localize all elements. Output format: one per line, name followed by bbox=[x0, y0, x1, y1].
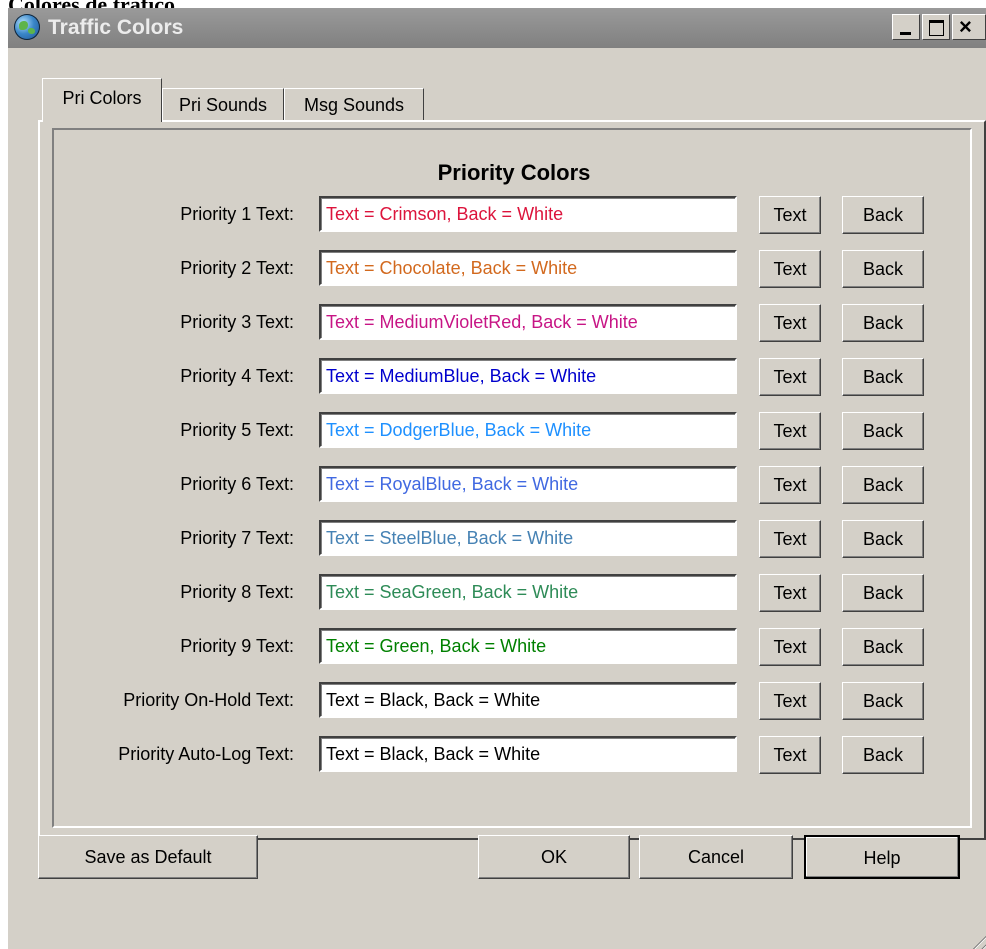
priority-label: Priority 5 Text: bbox=[180, 420, 294, 440]
priority-row: Priority 8 Text: Text = SeaGreen, Back = … bbox=[54, 574, 974, 614]
priority-color-field[interactable]: Text = Chocolate, Back = White bbox=[319, 250, 737, 286]
minimize-icon bbox=[900, 32, 911, 35]
text-color-button[interactable]: Text bbox=[759, 196, 821, 234]
traffic-colors-dialog: Traffic Colors × Pri Colors Pri Sounds M… bbox=[8, 8, 986, 949]
priority-color-field[interactable]: Text = SeaGreen, Back = White bbox=[319, 574, 737, 610]
priority-row: Priority 2 Text: Text = Chocolate, Back =… bbox=[54, 250, 974, 290]
text-color-button[interactable]: Text bbox=[759, 412, 821, 450]
title-bar[interactable]: Traffic Colors × bbox=[8, 8, 986, 48]
back-color-button[interactable]: Back bbox=[842, 682, 924, 720]
priority-color-field[interactable]: Text = Black, Back = White bbox=[319, 736, 737, 772]
minimize-button[interactable] bbox=[892, 14, 920, 40]
text-color-button[interactable]: Text bbox=[759, 628, 821, 666]
cancel-button[interactable]: Cancel bbox=[639, 835, 793, 879]
priority-row: Priority 9 Text: Text = Green, Back = Whi… bbox=[54, 628, 974, 668]
close-icon: × bbox=[959, 14, 972, 39]
priority-row: Priority 7 Text: Text = SteelBlue, Back =… bbox=[54, 520, 974, 560]
priority-label: Priority On-Hold Text: bbox=[123, 690, 294, 710]
tab-msg-sounds[interactable]: Msg Sounds bbox=[284, 88, 424, 120]
back-color-button[interactable]: Back bbox=[842, 520, 924, 558]
tab-panel-pri-colors: Priority Colors Priority 1 Text: Text = C… bbox=[38, 120, 986, 840]
back-color-button[interactable]: Back bbox=[842, 628, 924, 666]
back-color-button[interactable]: Back bbox=[842, 412, 924, 450]
priority-label: Priority 3 Text: bbox=[180, 312, 294, 332]
priority-color-field[interactable]: Text = MediumBlue, Back = White bbox=[319, 358, 737, 394]
back-color-button[interactable]: Back bbox=[842, 304, 924, 342]
help-button[interactable]: Help bbox=[804, 835, 960, 879]
priority-row: Priority 6 Text: Text = RoyalBlue, Back =… bbox=[54, 466, 974, 506]
priority-row: Priority 5 Text: Text = DodgerBlue, Back … bbox=[54, 412, 974, 452]
maximize-button[interactable] bbox=[922, 14, 950, 40]
priority-row: Priority 3 Text: Text = MediumVioletRed, … bbox=[54, 304, 974, 344]
panel-title: Priority Colors bbox=[437, 160, 591, 185]
back-color-button[interactable]: Back bbox=[842, 574, 924, 612]
save-as-default-button[interactable]: Save as Default bbox=[38, 835, 258, 879]
priority-row: Priority Auto-Log Text: Text = Black, Bac… bbox=[54, 736, 974, 776]
tab-pri-colors[interactable]: Pri Colors bbox=[42, 78, 162, 122]
back-color-button[interactable]: Back bbox=[842, 466, 924, 504]
back-color-button[interactable]: Back bbox=[842, 736, 924, 774]
priority-color-field[interactable]: Text = RoyalBlue, Back = White bbox=[319, 466, 737, 502]
maximize-icon bbox=[929, 20, 944, 36]
priority-label: Priority 7 Text: bbox=[180, 528, 294, 548]
priority-row: Priority 1 Text: Text = Crimson, Back = W… bbox=[54, 196, 974, 236]
priority-label: Priority 2 Text: bbox=[180, 258, 294, 278]
ok-button[interactable]: OK bbox=[478, 835, 630, 879]
globe-icon[interactable] bbox=[14, 14, 40, 40]
text-color-button[interactable]: Text bbox=[759, 574, 821, 612]
text-color-button[interactable]: Text bbox=[759, 736, 821, 774]
priority-label: Priority 6 Text: bbox=[180, 474, 294, 494]
text-color-button[interactable]: Text bbox=[759, 520, 821, 558]
text-color-button[interactable]: Text bbox=[759, 682, 821, 720]
text-color-button[interactable]: Text bbox=[759, 304, 821, 342]
text-color-button[interactable]: Text bbox=[759, 358, 821, 396]
close-button[interactable]: × bbox=[952, 14, 986, 40]
text-color-button[interactable]: Text bbox=[759, 466, 821, 504]
priority-color-field[interactable]: Text = MediumVioletRed, Back = White bbox=[319, 304, 737, 340]
priority-color-field[interactable]: Text = DodgerBlue, Back = White bbox=[319, 412, 737, 448]
priority-label: Priority 4 Text: bbox=[180, 366, 294, 386]
resize-grip-icon[interactable] bbox=[968, 931, 986, 949]
priority-label: Priority 8 Text: bbox=[180, 582, 294, 602]
priority-color-field[interactable]: Text = Black, Back = White bbox=[319, 682, 737, 718]
priority-label: Priority 1 Text: bbox=[180, 204, 294, 224]
priority-color-field[interactable]: Text = SteelBlue, Back = White bbox=[319, 520, 737, 556]
back-color-button[interactable]: Back bbox=[842, 250, 924, 288]
priority-label: Priority Auto-Log Text: bbox=[118, 744, 294, 764]
priority-colors-group: Priority Colors Priority 1 Text: Text = C… bbox=[52, 128, 972, 828]
back-color-button[interactable]: Back bbox=[842, 358, 924, 396]
window-title: Traffic Colors bbox=[48, 16, 184, 39]
tab-pri-sounds[interactable]: Pri Sounds bbox=[162, 88, 284, 120]
priority-color-field[interactable]: Text = Crimson, Back = White bbox=[319, 196, 737, 232]
priority-row: Priority 4 Text: Text = MediumBlue, Back … bbox=[54, 358, 974, 398]
priority-color-field[interactable]: Text = Green, Back = White bbox=[319, 628, 737, 664]
priority-label: Priority 9 Text: bbox=[180, 636, 294, 656]
priority-row: Priority On-Hold Text: Text = Black, Back… bbox=[54, 682, 974, 722]
back-color-button[interactable]: Back bbox=[842, 196, 924, 234]
text-color-button[interactable]: Text bbox=[759, 250, 821, 288]
